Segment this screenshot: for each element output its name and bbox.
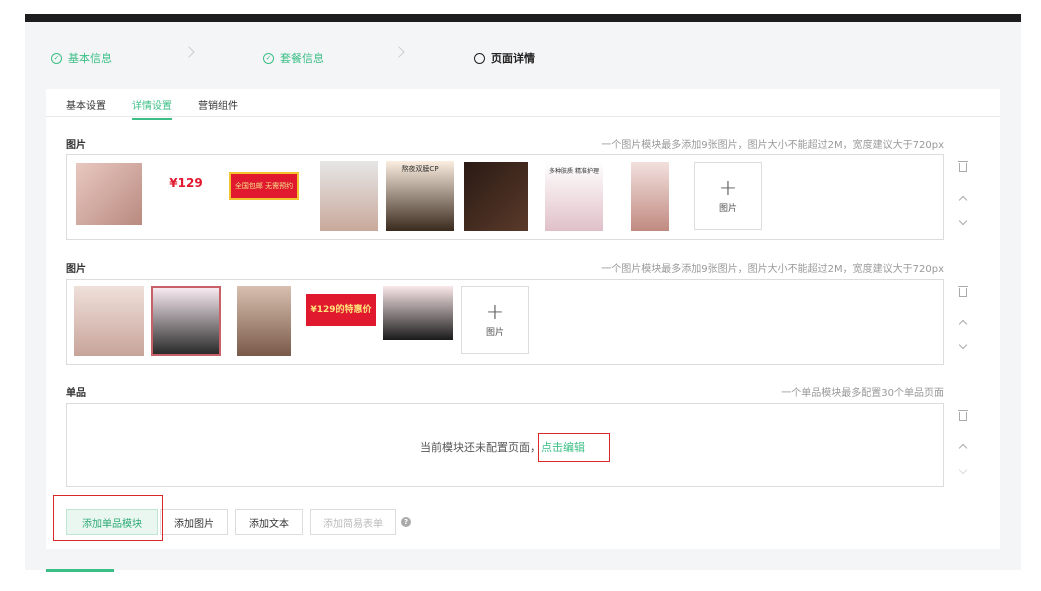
section-hint: 一个图片模块最多添加9张图片，图片大小不能超过2M，宽度建议大于720px [601,264,944,275]
step-basic-info[interactable]: ✓ 基本信息 [51,50,112,66]
bottom-accent-bar [46,569,114,572]
section-hint: 一个单品模块最多配置30个单品页面 [781,388,944,399]
chevron-up-icon [958,195,968,205]
move-down-button[interactable] [956,216,970,228]
section-title: 单品 [66,388,86,399]
highlight-box-add-product [53,495,163,541]
thumb-caption: 熬夜双膜CP [401,165,439,173]
chevron-up-icon [958,319,968,329]
thumb-caption: 多种肤质 精准护理 [549,168,599,175]
chevron-down-icon [958,340,968,350]
add-image-button[interactable]: 添加图片 [160,509,228,535]
tab-basic-settings[interactable]: 基本设置 [66,97,106,118]
section-title: 图片 [66,140,86,151]
image-thumb[interactable]: ¥129 [153,163,219,203]
progress-steps: ✓ 基本信息 ✓ 套餐信息 页面详情 [25,42,1021,76]
tab-marketing[interactable]: 营销组件 [198,97,238,118]
step-page-details[interactable]: 页面详情 [474,50,535,66]
move-up-button[interactable] [956,441,970,453]
step-label: 基本信息 [68,52,112,65]
banner-text: 全国包邮 无需预约 [234,181,294,190]
image-thumb[interactable] [151,286,221,356]
image-thumb[interactable] [76,163,142,225]
image-module-1: ¥129 全国包邮 无需预约 熬夜双膜CP 多种肤质 精准护理 + 图片 [66,154,944,240]
check-circle-icon: ✓ [51,52,62,64]
add-text-button[interactable]: 添加文本 [235,509,303,535]
step-package-info[interactable]: ✓ 套餐信息 [263,50,324,66]
section-hint: 一个图片模块最多添加9张图片，图片大小不能超过2M，宽度建议大于720px [601,140,944,151]
price-banner-text: ¥129的特惠价 [310,304,372,315]
price-text: ¥129 [169,175,203,190]
step-label: 套餐信息 [280,52,324,65]
add-image-label: 图片 [718,203,737,214]
chevron-right-icon [393,46,405,58]
image-thumb[interactable] [631,162,669,231]
move-down-button[interactable] [956,465,970,477]
image-thumb[interactable] [320,161,378,231]
circle-icon [474,52,485,64]
chevron-down-icon [958,216,968,226]
step-label: 页面详情 [491,52,535,65]
move-up-button[interactable] [956,317,970,329]
image-thumb[interactable] [383,286,453,340]
plus-icon: + [485,299,505,325]
tab-detail-settings[interactable]: 详情设置 [132,97,172,120]
chevron-right-icon [183,46,195,58]
trash-icon [958,161,968,172]
chevron-down-icon [958,465,968,475]
image-thumb[interactable] [464,162,528,231]
image-module-2: ¥129的特惠价 + 图片 [66,279,944,365]
move-down-button[interactable] [956,340,970,352]
tab-bar: 基本设置 详情设置 营销组件 [46,89,1000,120]
section-title: 图片 [66,264,86,275]
move-up-button[interactable] [956,193,970,205]
image-thumb[interactable] [74,286,144,356]
add-form-button[interactable]: 添加简易表单 [310,509,396,535]
image-thumb[interactable]: 全国包邮 无需预约 [229,172,299,200]
image-thumb[interactable]: 多种肤质 精准护理 [545,162,603,231]
help-icon[interactable]: ? [401,517,411,527]
trash-icon [958,286,968,297]
check-circle-icon: ✓ [263,52,274,64]
top-dark-bar [25,14,1021,22]
trash-icon [958,410,968,421]
add-image-label: 图片 [485,327,504,338]
image-thumb[interactable]: 熬夜双膜CP [386,161,454,231]
image-thumb[interactable]: ¥129的特惠价 [306,294,376,326]
details-panel: 基本设置 详情设置 营销组件 图片 一个图片模块最多添加9张图片，图片大小不能超… [46,89,1000,549]
add-image-tile[interactable]: + 图片 [694,162,762,230]
empty-message: 当前模块还未配置页面， [420,441,541,454]
add-image-tile[interactable]: + 图片 [461,286,529,354]
highlight-box-edit [538,433,610,462]
chevron-up-icon [958,443,968,453]
image-thumb[interactable] [237,286,291,356]
plus-icon: + [718,175,738,201]
